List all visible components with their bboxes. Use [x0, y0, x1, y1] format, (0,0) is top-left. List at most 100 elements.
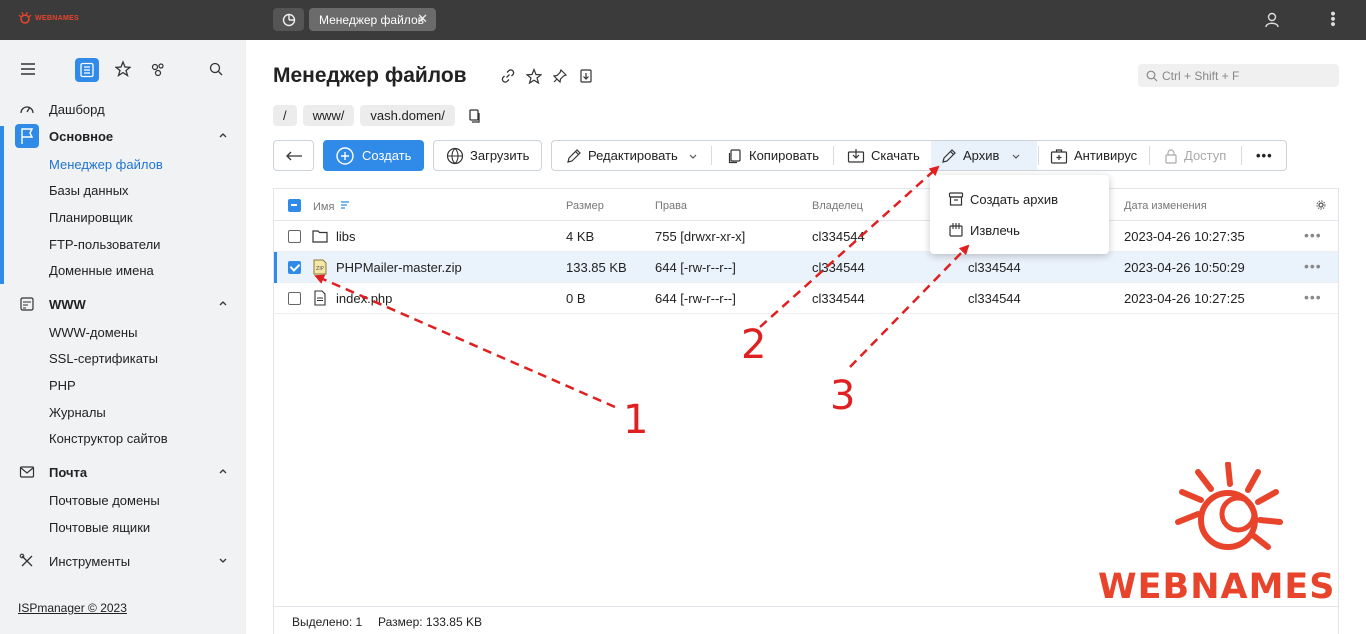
table-footer: Выделено: 1 Размер: 133.85 KB — [274, 606, 1338, 634]
sidebar-group-tools[interactable]: Инструменты — [0, 550, 246, 572]
sidebar-item-domains[interactable]: Доменные имена — [49, 263, 154, 278]
antivirus-button[interactable]: Антивирус — [1050, 141, 1137, 170]
more-actions-button[interactable]: ••• — [1256, 141, 1273, 170]
create-button[interactable]: Создать — [323, 140, 424, 171]
sidebar-item-ssl[interactable]: SSL-сертификаты — [49, 351, 158, 366]
chevron-up-icon — [219, 133, 227, 138]
sidebar-item-file-manager[interactable]: Менеджер файлов — [49, 157, 163, 172]
sidebar-item-mail-domains[interactable]: Почтовые домены — [49, 493, 160, 508]
pencil-icon — [942, 148, 956, 163]
toolbar-divider — [1241, 146, 1242, 165]
gear-icon[interactable] — [1316, 200, 1326, 210]
hamburger-icon[interactable] — [20, 59, 36, 82]
toolbar-divider — [1149, 146, 1150, 165]
file-name[interactable]: index.php — [336, 291, 392, 306]
tab-label: Менеджер файлов — [319, 12, 424, 27]
favorites-star-icon[interactable] — [114, 59, 132, 82]
sidebar-item-scheduler[interactable]: Планировщик — [49, 210, 133, 225]
search-icon — [1146, 70, 1158, 81]
row-menu-icon[interactable]: ••• — [1304, 258, 1322, 274]
link-icon[interactable] — [500, 68, 516, 84]
sidebar-item-ftp-users[interactable]: FTP-пользователи — [49, 237, 160, 252]
globe-icon — [446, 147, 464, 164]
star-icon[interactable] — [526, 68, 542, 84]
create-archive-item[interactable]: Создать архив — [930, 184, 1109, 214]
file-name[interactable]: libs — [336, 229, 356, 244]
sidebar-item-site-builder[interactable]: Конструктор сайтов — [49, 431, 168, 446]
column-modified[interactable]: Дата изменения — [1124, 200, 1207, 212]
upload-label: Загрузить — [470, 148, 530, 163]
create-label: Создать — [362, 148, 412, 163]
column-name[interactable]: Имя — [313, 200, 350, 213]
row-menu-icon[interactable]: ••• — [1304, 289, 1322, 305]
archive-button[interactable]: Архив — [931, 141, 1037, 170]
file-date: 2023-04-26 10:50:29 — [1124, 260, 1245, 275]
table-header: Имя Размер Права Владелец Дата изменения — [274, 189, 1338, 221]
selected-size: Размер: 133.85 KB — [378, 615, 482, 629]
flag-icon — [21, 128, 34, 144]
file-name[interactable]: PHPMailer-master.zip — [336, 260, 462, 275]
column-size[interactable]: Размер — [566, 200, 604, 212]
chevron-up-icon — [219, 301, 227, 306]
back-button[interactable] — [273, 140, 314, 171]
column-owner[interactable]: Владелец — [812, 200, 863, 212]
search-icon[interactable] — [208, 59, 224, 82]
user-icon[interactable] — [1263, 11, 1281, 32]
row-checkbox[interactable] — [288, 261, 301, 274]
extract-archive-item[interactable]: Извлечь — [930, 215, 1109, 245]
sidebar-group-www[interactable]: WWW — [0, 293, 246, 315]
webnames-logo[interactable]: WEBNAMES — [18, 12, 79, 24]
tab-file-manager[interactable]: Менеджер файлов ✕ — [309, 8, 436, 31]
annotation-number-3: 3 — [830, 373, 856, 419]
access-button[interactable]: Доступ — [1164, 141, 1226, 170]
sidebar-item-www-domains[interactable]: WWW-домены — [49, 325, 137, 340]
sidebar-icon-bar — [0, 58, 246, 82]
toolbar-divider — [833, 146, 834, 165]
breadcrumb-root[interactable]: / — [273, 105, 297, 126]
column-permissions[interactable]: Права — [655, 200, 687, 212]
file-owner: cl334544 — [812, 229, 865, 244]
footer-copyright[interactable]: ISPmanager © 2023 — [18, 601, 127, 615]
row-checkbox[interactable] — [288, 230, 301, 243]
breadcrumb-www[interactable]: www/ — [302, 105, 355, 126]
pin-icon[interactable] — [552, 68, 568, 84]
upload-button[interactable]: Загрузить — [433, 140, 542, 171]
row-checkbox[interactable] — [288, 292, 301, 305]
first-aid-icon — [1050, 148, 1068, 164]
download-label: Скачать — [871, 148, 920, 163]
more-vertical-icon[interactable]: ••• — [1324, 11, 1341, 27]
sidebar-group-label: WWW — [49, 296, 86, 312]
file-owner: cl334544 — [812, 291, 865, 306]
table-row[interactable]: libs 4 KB 755 [drwxr-xr-x] cl334544 2023… — [274, 221, 1338, 252]
download-button[interactable]: Скачать — [847, 141, 920, 170]
copy-button[interactable]: Копировать — [727, 141, 819, 170]
toolbar-divider — [1038, 146, 1039, 165]
sidebar-item-databases[interactable]: Базы данных — [49, 183, 129, 198]
sidebar-group-main[interactable]: Основное — [0, 124, 246, 148]
global-search-input[interactable]: Ctrl + Shift + F — [1138, 64, 1339, 87]
dashboard-button[interactable] — [273, 8, 304, 31]
copy-path-icon[interactable] — [467, 108, 481, 124]
page-title: Менеджер файлов — [273, 64, 467, 87]
sidebar-item-mailboxes[interactable]: Почтовые ящики — [49, 520, 150, 535]
apps-icon[interactable] — [150, 59, 166, 82]
file-perms: 755 [drwxr-xr-x] — [655, 229, 746, 244]
close-icon[interactable]: ✕ — [417, 11, 428, 27]
table-row[interactable]: ZIP PHPMailer-master.zip 133.85 KB 644 [… — [274, 252, 1338, 283]
select-all-checkbox[interactable] — [288, 199, 301, 212]
table-row[interactable]: index.php 0 B 644 [-rw-r--r--] cl334544 … — [274, 283, 1338, 314]
active-group-indicator — [0, 126, 4, 284]
gauge-icon — [20, 106, 34, 114]
sidebar-item-logs[interactable]: Журналы — [49, 405, 106, 420]
row-menu-icon[interactable]: ••• — [1304, 227, 1322, 243]
sidebar-item-dashboard[interactable]: Дашборд — [0, 98, 246, 120]
export-icon[interactable] — [578, 68, 594, 84]
menu-list-button[interactable] — [75, 58, 99, 82]
annotation-number-1: 1 — [623, 397, 649, 443]
sidebar-group-mail[interactable]: Почта — [0, 461, 246, 483]
edit-button[interactable]: Редактировать — [566, 141, 698, 170]
sidebar-item-php[interactable]: PHP — [49, 378, 76, 393]
selected-count: Выделено: 1 — [292, 615, 363, 629]
breadcrumb-domain[interactable]: vash.domen/ — [360, 105, 455, 126]
file-size: 4 KB — [566, 229, 595, 244]
